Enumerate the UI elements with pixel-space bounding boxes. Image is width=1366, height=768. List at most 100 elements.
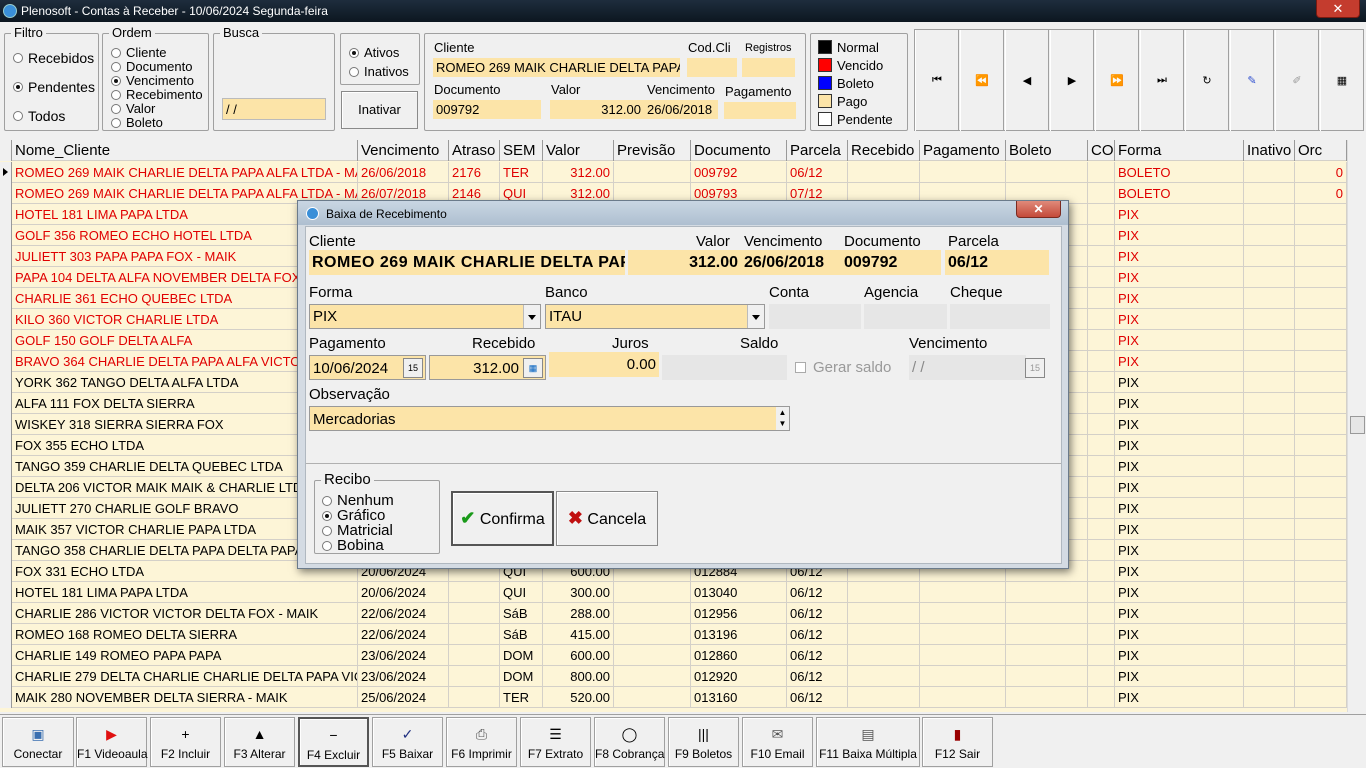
cell-inativo (1244, 267, 1295, 288)
column-header-pagamento[interactable]: Pagamento (920, 140, 1006, 161)
column-header-co[interactable]: CO (1088, 140, 1115, 161)
chevron-down-icon[interactable] (747, 305, 764, 328)
window-close-button[interactable]: ✕ (1316, 0, 1360, 18)
confirma-button[interactable]: ✔ Confirma (451, 491, 554, 546)
column-header-previs-o[interactable]: Previsão (614, 140, 691, 161)
calendar-icon[interactable]: 15 (403, 358, 423, 378)
window-title: Plenosoft - Contas à Receber - 10/06/202… (21, 4, 328, 18)
bottom-toolbar: ▣ Conectar ▶ F1 Videoaula + F2 Incluir ▲ F3 Alt… (0, 714, 1366, 768)
ordem-recebimento-radio[interactable]: Recebimento (111, 87, 203, 102)
edit-button[interactable]: ✎ (1230, 30, 1274, 131)
ativos-radio[interactable]: Ativos (349, 45, 399, 60)
f3-alterar-button[interactable]: ▲ F3 Alterar (224, 717, 295, 767)
x-cancel-icon: ✖ (567, 508, 583, 528)
f1-videoaula-button[interactable]: ▶ F1 Videoaula (76, 717, 148, 767)
dlg-juros-field[interactable]: 0.00 (549, 352, 659, 377)
cell-pagamento (920, 666, 1006, 687)
column-header-valor[interactable]: Valor (543, 140, 614, 161)
dlg-banco-select[interactable]: ITAU (545, 304, 765, 329)
row-indicator (0, 309, 12, 330)
dlg-observacao-field[interactable]: Mercadorias (309, 406, 790, 431)
f8-cobran-a-button[interactable]: ◯ F8 Cobrança (594, 717, 665, 767)
column-header-nome-cliente[interactable]: Nome_Cliente (12, 140, 358, 161)
cell-atraso (449, 645, 500, 666)
f6-imprimir-button[interactable]: ⎙ F6 Imprimir (446, 717, 517, 767)
filtro-pendentes-radio[interactable]: Pendentes (13, 79, 95, 95)
cell-forma: PIX (1115, 540, 1244, 561)
column-header-forma[interactable]: Forma (1115, 140, 1244, 161)
observacao-spin-icon[interactable]: ▲ ▼ (776, 407, 789, 430)
f10-email-button[interactable]: ✉ F10 Email (742, 717, 813, 767)
ordem-cliente-radio[interactable]: Cliente (111, 45, 166, 60)
dlg-agencia-field[interactable] (864, 304, 947, 329)
calculator-icon[interactable]: ▦ (523, 358, 543, 378)
cell-boleto (1006, 162, 1088, 183)
column-header-documento[interactable]: Documento (691, 140, 787, 161)
column-header-boleto[interactable]: Boleto (1006, 140, 1088, 161)
cell-orc (1295, 645, 1347, 666)
row-indicator (0, 540, 12, 561)
table-row[interactable]: CHARLIE 286 VICTOR VICTOR DELTA FOX - MA… (0, 603, 1347, 624)
goto-button[interactable]: ✐ (1275, 30, 1319, 131)
f9-boletos-button[interactable]: ||| F9 Boletos (668, 717, 739, 767)
recibo-bobina-radio[interactable]: Bobina (322, 537, 384, 554)
cell-vencimento: 20/06/2024 (358, 582, 449, 603)
column-header-inativo[interactable]: Inativo (1244, 140, 1295, 161)
inativar-button[interactable]: Inativar (341, 91, 418, 129)
cell-pagamento (920, 645, 1006, 666)
scrollbar-thumb[interactable] (1350, 416, 1365, 434)
filtro-recebidos-radio[interactable]: Recebidos (13, 50, 94, 66)
cancela-button[interactable]: ✖ Cancela (556, 491, 658, 546)
ordem-documento-radio[interactable]: Documento (111, 59, 192, 74)
next-record-button[interactable]: ▶ (1050, 30, 1094, 131)
ordem-valor-radio[interactable]: Valor (111, 101, 155, 116)
check-doc-icon: ✓ (401, 726, 414, 742)
f7-extrato-button[interactable]: ☰ F7 Extrato (520, 717, 591, 767)
column-header-recebido[interactable]: Recebido (848, 140, 920, 161)
cell-boleto (1006, 624, 1088, 645)
first-record-button[interactable]: ⏮ (915, 30, 959, 131)
table-row[interactable]: CHARLIE 279 DELTA CHARLIE CHARLIE DELTA … (0, 666, 1347, 687)
conectar-button[interactable]: ▣ Conectar (2, 717, 74, 767)
grid-vertical-scrollbar[interactable] (1347, 140, 1366, 712)
f4-excluir-button[interactable]: − F4 Excluir (298, 717, 369, 767)
cell-nome-cliente: CHARLIE 286 VICTOR VICTOR DELTA FOX - MA… (12, 603, 358, 624)
busca-date-input[interactable]: / / (222, 98, 326, 120)
refresh-button[interactable]: ↻ (1185, 30, 1229, 131)
table-row[interactable]: MAIK 280 NOVEMBER DELTA SIERRA - MAIK 25/… (0, 687, 1347, 708)
f2-incluir-button[interactable]: + F2 Incluir (150, 717, 221, 767)
cell-atraso (449, 624, 500, 645)
cell-inativo (1244, 351, 1295, 372)
prev-record-button[interactable]: ◀ (1005, 30, 1049, 131)
column-header-atraso[interactable]: Atraso (449, 140, 500, 161)
column-header-parcela[interactable]: Parcela (787, 140, 848, 161)
ordem-vencimento-radio[interactable]: Vencimento (111, 73, 194, 88)
dlg-cheque-label: Cheque (950, 284, 1003, 301)
table-row[interactable]: ROMEO 269 MAIK CHARLIE DELTA PAPA ALFA L… (0, 162, 1347, 183)
rewind-button[interactable]: ⏪ (960, 30, 1004, 131)
table-row[interactable]: CHARLIE 149 ROMEO PAPA PAPA 23/06/2024 DOM… (0, 645, 1347, 666)
f5-baixar-button[interactable]: ✓ F5 Baixar (372, 717, 443, 767)
gerar-saldo-checkbox[interactable]: Gerar saldo (795, 359, 891, 376)
column-header-sem[interactable]: SEM (500, 140, 543, 161)
table-row[interactable]: HOTEL 181 LIMA PAPA LTDA 20/06/2024 QUI 300… (0, 582, 1347, 603)
f12-sair-button[interactable]: ▮ F12 Sair (922, 717, 993, 767)
filtro-todos-radio[interactable]: Todos (13, 108, 65, 124)
cell-orc (1295, 309, 1347, 330)
dlg-saldo-label: Saldo (740, 335, 779, 352)
toolbar-button-label: F5 Baixar (381, 747, 434, 761)
last-record-button[interactable]: ⏭ (1140, 30, 1184, 131)
fast-forward-button[interactable]: ⏩ (1095, 30, 1139, 131)
dlg-forma-select[interactable]: PIX (309, 304, 541, 329)
column-header-orc[interactable]: Orc (1295, 140, 1347, 161)
dlg-conta-field[interactable] (769, 304, 861, 329)
table-row[interactable]: ROMEO 168 ROMEO DELTA SIERRA 22/06/2024 Sá… (0, 624, 1347, 645)
ordem-boleto-radio[interactable]: Boleto (111, 115, 163, 130)
f11-baixa-m-ltipla-button[interactable]: ▤ F11 Baixa Múltipla (816, 717, 920, 767)
column-header-vencimento[interactable]: Vencimento (358, 140, 449, 161)
dialog-close-button[interactable]: ✕ (1016, 201, 1061, 218)
dlg-cheque-field[interactable] (950, 304, 1050, 329)
inativos-radio[interactable]: Inativos (349, 64, 409, 79)
calculator-button[interactable]: ▦ (1320, 30, 1364, 131)
chevron-down-icon[interactable] (523, 305, 540, 328)
